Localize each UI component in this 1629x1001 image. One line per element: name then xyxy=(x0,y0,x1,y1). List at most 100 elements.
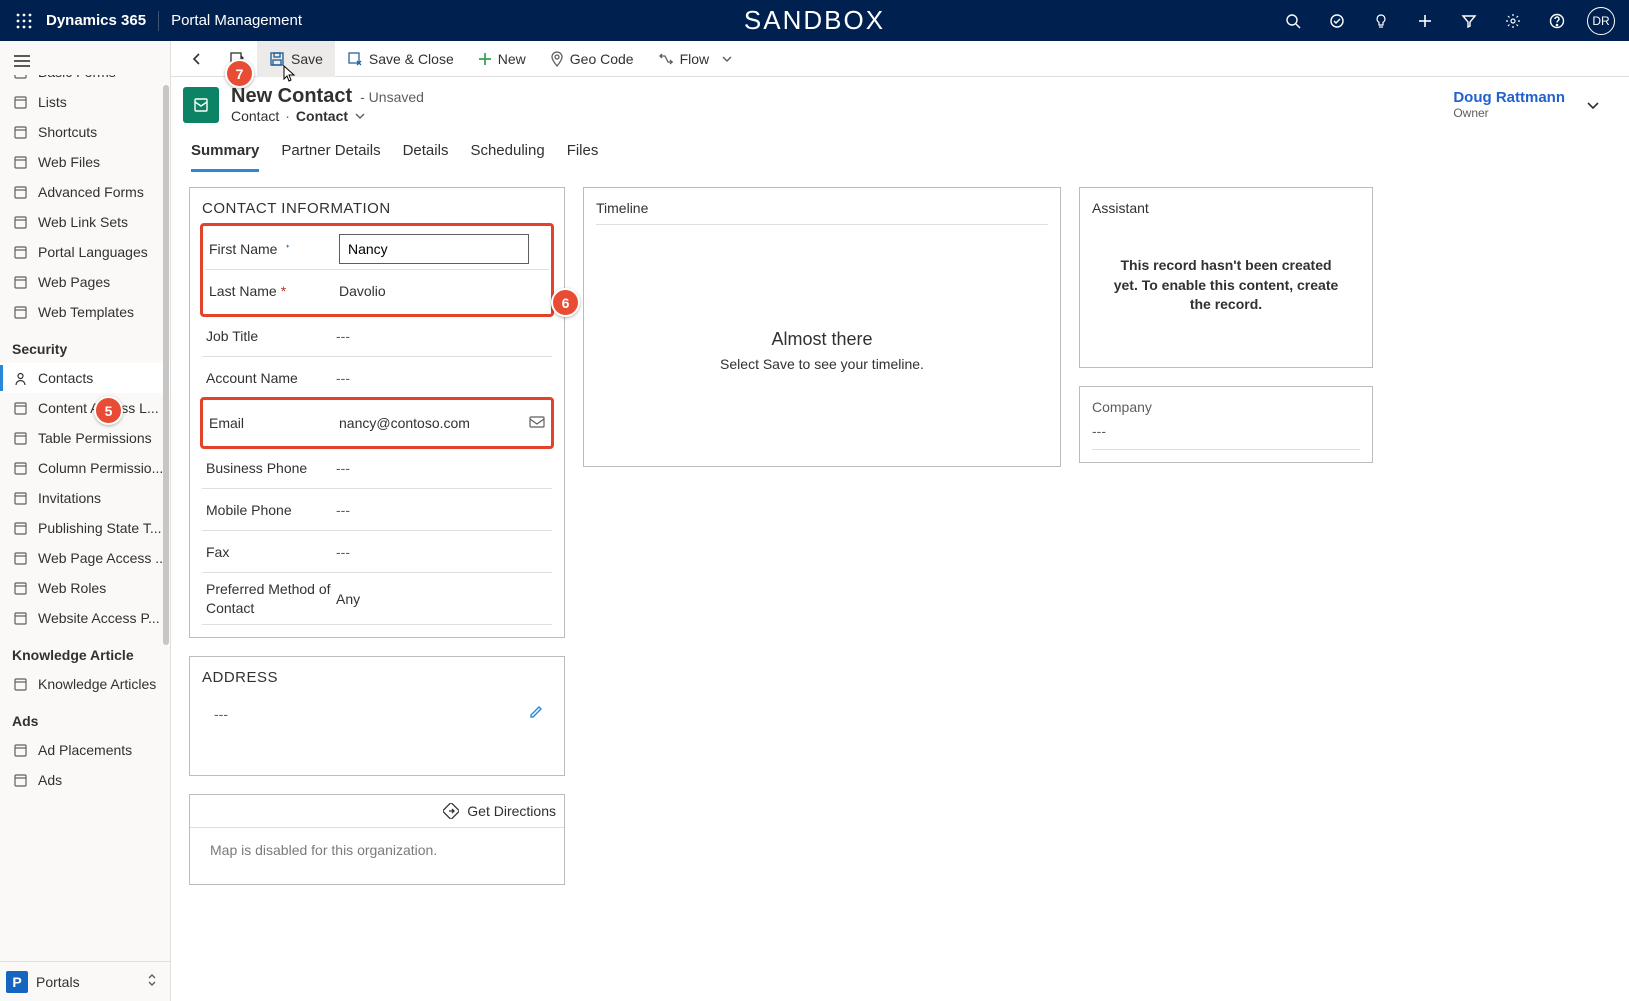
sidebar-item[interactable]: Shortcuts xyxy=(0,117,170,147)
nav-label: Web Templates xyxy=(38,304,134,320)
mphone-value: --- xyxy=(336,502,548,518)
fax-label: Fax xyxy=(206,544,336,560)
record-state: - Unsaved xyxy=(360,89,424,105)
app-launcher-icon[interactable] xyxy=(8,5,40,37)
task-icon[interactable] xyxy=(1317,1,1357,41)
field-account-name[interactable]: Account Name --- xyxy=(202,357,552,399)
sidebar-item[interactable]: Column Permissio... xyxy=(0,453,170,483)
sidebar-item[interactable]: Ad Placements xyxy=(0,735,170,765)
updown-icon[interactable] xyxy=(146,973,158,990)
sidebar-item[interactable]: Publishing State T... xyxy=(0,513,170,543)
save-label: Save xyxy=(291,51,323,67)
get-directions-button[interactable]: Get Directions xyxy=(190,795,564,828)
field-email[interactable]: Email nancy@contoso.com xyxy=(205,402,549,444)
address-card: ADDRESS --- xyxy=(189,656,565,776)
owner-block[interactable]: Doug Rattmann Owner xyxy=(1453,89,1565,120)
field-fax[interactable]: Fax --- xyxy=(202,531,552,573)
sidebar-footer[interactable]: P Portals xyxy=(0,961,170,1001)
flow-button[interactable]: Flow xyxy=(646,41,746,77)
sidebar-item[interactable]: Web Templates xyxy=(0,297,170,327)
sidebar-item[interactable]: Table Permissions xyxy=(0,423,170,453)
tab-files[interactable]: Files xyxy=(567,136,599,172)
nav-label: Publishing State T... xyxy=(38,520,161,536)
user-avatar[interactable]: DR xyxy=(1581,1,1621,41)
email-label: Email xyxy=(209,415,339,431)
sidebar-item[interactable]: Content Access L... xyxy=(0,393,170,423)
sidebar-item[interactable]: Web Pages xyxy=(0,267,170,297)
save-button[interactable]: Save xyxy=(257,41,335,77)
new-button[interactable]: New xyxy=(466,41,538,77)
search-icon[interactable] xyxy=(1273,1,1313,41)
crumb-entity[interactable]: Contact xyxy=(231,108,279,124)
sidebar-item[interactable]: Knowledge Articles xyxy=(0,669,170,699)
divider xyxy=(158,11,159,31)
nav-label: Web Page Access ... xyxy=(38,550,167,566)
sidebar-item[interactable]: Portal Languages xyxy=(0,237,170,267)
nav-label: Web Link Sets xyxy=(38,214,128,230)
sidebar-item[interactable]: Contacts xyxy=(0,363,170,393)
edit-icon[interactable] xyxy=(528,704,544,723)
timeline-heading: Almost there xyxy=(596,329,1048,350)
sidebar-item[interactable]: Web Files xyxy=(0,147,170,177)
chevron-down-icon xyxy=(721,53,733,65)
field-job-title[interactable]: Job Title --- xyxy=(202,315,552,357)
app-area[interactable]: Portal Management xyxy=(171,12,302,29)
field-mobile-phone[interactable]: Mobile Phone --- xyxy=(202,489,552,531)
sidebar-scroll[interactable]: Basic FormsLists Shortcuts Web Files Advanc… xyxy=(0,75,170,961)
assistant-msg: This record hasn't been created yet. To … xyxy=(1092,216,1360,355)
sidebar-item[interactable]: Lists xyxy=(0,87,170,117)
filter-icon[interactable] xyxy=(1449,1,1489,41)
first-name-input[interactable] xyxy=(339,234,529,264)
nav-icon xyxy=(12,245,28,260)
sidebar-item[interactable]: Basic Forms xyxy=(0,75,170,87)
first-name-label: First Name xyxy=(209,241,277,257)
nav-icon xyxy=(12,75,28,80)
mail-icon[interactable] xyxy=(529,415,545,432)
field-first-name[interactable]: First Nameᐩ xyxy=(205,228,549,270)
save-close-button[interactable]: Save & Close xyxy=(335,41,466,77)
callout-6: 6 xyxy=(551,288,580,317)
record-header: New Contact- Unsaved Contact · Contact D… xyxy=(171,77,1629,128)
timeline-sub: Select Save to see your timeline. xyxy=(596,356,1048,372)
nav-label: Web Files xyxy=(38,154,100,170)
gear-icon[interactable] xyxy=(1493,1,1533,41)
nav-label: Ad Placements xyxy=(38,742,132,758)
area-badge: P xyxy=(6,971,28,993)
sidebar-item[interactable]: Advanced Forms xyxy=(0,177,170,207)
address-value-row[interactable]: --- xyxy=(202,694,552,763)
company-label: Company xyxy=(1092,399,1360,415)
timeline-title: Timeline xyxy=(596,200,1048,225)
tab-summary[interactable]: Summary xyxy=(191,136,259,172)
nav-icon xyxy=(12,185,28,200)
product-name[interactable]: Dynamics 365 xyxy=(46,12,146,29)
form-content: CONTACT INFORMATION First Nameᐩ Last Nam… xyxy=(171,173,1629,1001)
header-chevron-icon[interactable] xyxy=(1577,97,1609,113)
lightbulb-icon[interactable] xyxy=(1361,1,1401,41)
sidebar-scrollbar[interactable] xyxy=(161,75,169,961)
nav-label: Shortcuts xyxy=(38,124,97,140)
sidebar-item[interactable]: Web Link Sets xyxy=(0,207,170,237)
sidebar-item[interactable]: Ads xyxy=(0,765,170,795)
crumb-form[interactable]: Contact xyxy=(296,108,348,124)
help-icon[interactable] xyxy=(1537,1,1577,41)
geocode-button[interactable]: Geo Code xyxy=(538,41,646,77)
map-card: Get Directions Map is disabled for this … xyxy=(189,794,565,885)
field-last-name[interactable]: Last Name* Davolio xyxy=(205,270,549,312)
field-pmoc[interactable]: Preferred Method of Contact Any xyxy=(202,573,552,625)
record-icon xyxy=(183,87,219,123)
tab-partner-details[interactable]: Partner Details xyxy=(281,136,380,172)
back-button[interactable] xyxy=(177,41,217,77)
contact-info-title: CONTACT INFORMATION xyxy=(202,200,552,217)
sidebar-item[interactable]: Web Roles xyxy=(0,573,170,603)
sidebar-item[interactable]: Web Page Access ... xyxy=(0,543,170,573)
nav-icon xyxy=(12,743,28,758)
account-value: --- xyxy=(336,370,548,386)
sidebar-item[interactable]: Invitations xyxy=(0,483,170,513)
field-business-phone[interactable]: Business Phone --- xyxy=(202,447,552,489)
bphone-value: --- xyxy=(336,460,548,476)
plus-icon xyxy=(478,52,492,66)
sidebar-item[interactable]: Website Access P... xyxy=(0,603,170,633)
tab-scheduling[interactable]: Scheduling xyxy=(470,136,544,172)
add-icon[interactable] xyxy=(1405,1,1445,41)
tab-details[interactable]: Details xyxy=(403,136,449,172)
